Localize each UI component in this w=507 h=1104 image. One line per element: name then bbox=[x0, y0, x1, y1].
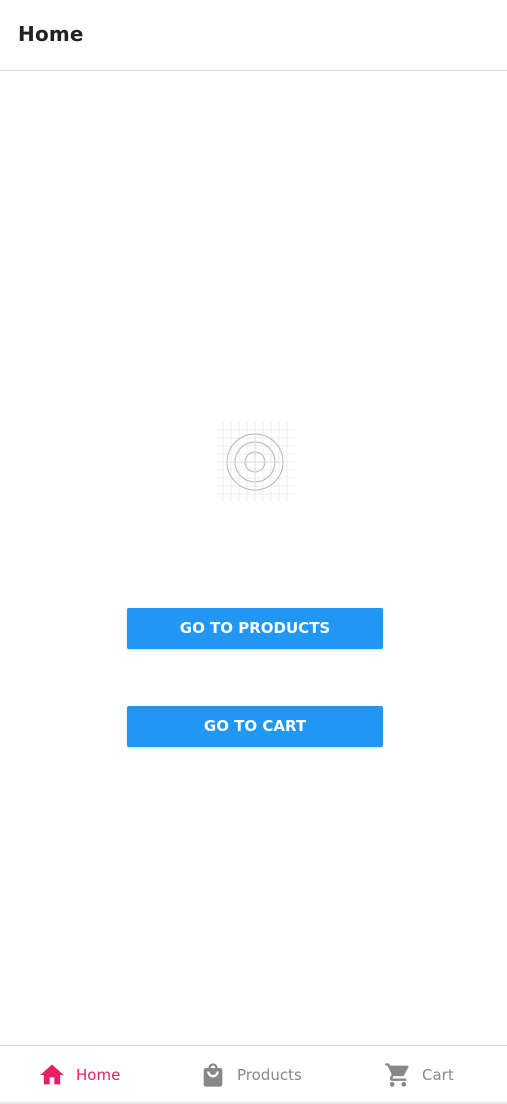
tab-cart-label: Cart bbox=[422, 1066, 454, 1084]
tab-products-label: Products bbox=[237, 1066, 302, 1084]
home-icon bbox=[40, 1064, 64, 1085]
bottom-tab-bar: Home Products Cart bbox=[0, 1045, 507, 1104]
tab-home[interactable]: Home bbox=[38, 1046, 120, 1104]
go-to-products-button[interactable]: GO TO PRODUCTS bbox=[127, 608, 383, 649]
shopping-bag-icon bbox=[203, 1063, 223, 1087]
image-placeholder-icon bbox=[215, 422, 295, 502]
go-to-cart-button[interactable]: GO TO CART bbox=[127, 706, 383, 747]
cart-icon bbox=[385, 1063, 409, 1087]
tab-products[interactable]: Products bbox=[199, 1046, 302, 1104]
top-app-bar: Home bbox=[0, 0, 507, 71]
tab-home-label: Home bbox=[76, 1066, 121, 1084]
page-title: Home bbox=[18, 22, 84, 46]
app-screen: Home GO TO PRODUCTS GO TO CART Home Prod… bbox=[0, 0, 507, 1104]
tab-cart[interactable]: Cart bbox=[384, 1046, 454, 1104]
